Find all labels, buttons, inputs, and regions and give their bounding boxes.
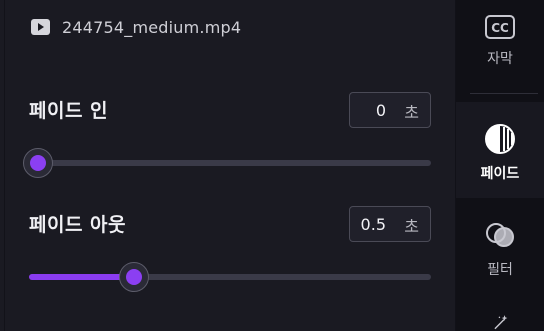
sidebar-item-filter[interactable]: 필터 <box>456 219 544 289</box>
fade-out-unit: 초 <box>404 217 419 236</box>
fade-out-label: 페이드 아웃 <box>29 214 127 236</box>
sidebar-item-captions[interactable]: CC 자막 <box>456 14 544 84</box>
magic-wand-icon <box>494 315 508 330</box>
sidebar-item-label: 자막 <box>487 51 513 67</box>
filter-icon <box>486 223 514 247</box>
sidebar-item-label: 페이드 <box>480 166 520 182</box>
panel-divider <box>4 0 5 331</box>
fade-out-value: 0.5 <box>360 215 386 234</box>
file-name: 244754_medium.mp4 <box>62 17 242 37</box>
fade-in-value: 0 <box>375 101 386 120</box>
fade-in-slider-thumb[interactable] <box>23 148 53 178</box>
video-file-icon <box>31 19 50 35</box>
svg-text:CC: CC <box>491 21 509 35</box>
fade-in-slider[interactable] <box>23 148 431 178</box>
fade-out-duration-input[interactable]: 0.5 초 <box>349 206 431 242</box>
sidebar-item-effects[interactable] <box>456 314 544 331</box>
file-info: 244754_medium.mp4 <box>31 15 241 39</box>
captions-icon: CC <box>485 15 515 39</box>
fade-out-slider-thumb[interactable] <box>119 262 149 292</box>
sidebar-item-fade[interactable]: 페이드 <box>456 102 544 198</box>
sidebar-divider <box>470 93 538 94</box>
fade-in-label: 페이드 인 <box>29 100 109 122</box>
tool-sidebar: CC 자막 페이드 필터 <box>456 0 544 331</box>
fade-in-duration-input[interactable]: 0 초 <box>349 92 431 128</box>
fade-settings-panel: 244754_medium.mp4 페이드 인 0 초 페이드 아웃 0.5 초 <box>0 0 455 331</box>
fade-in-unit: 초 <box>404 103 419 122</box>
fade-out-slider[interactable] <box>29 262 431 292</box>
fade-icon <box>485 124 515 154</box>
sidebar-item-label: 필터 <box>487 262 513 278</box>
